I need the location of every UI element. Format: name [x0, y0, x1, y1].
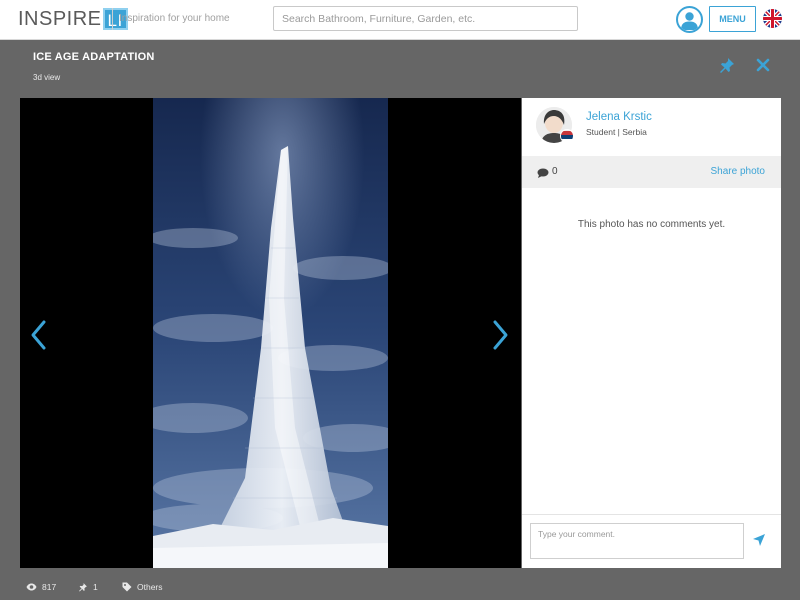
views-count: 817: [42, 582, 57, 592]
chevron-right-icon: [493, 320, 508, 350]
user-icon: [681, 12, 698, 30]
eye-icon: [26, 583, 37, 591]
comment-icon: [537, 168, 549, 178]
comment-count: 0: [552, 166, 558, 177]
comment-stats-bar: 0 Share photo: [522, 156, 781, 188]
divider: [522, 514, 781, 515]
pin-button[interactable]: [718, 56, 736, 74]
tower-photo[interactable]: [153, 98, 388, 568]
author-role: Student | Serbia: [586, 127, 647, 137]
pins-count: 1: [93, 582, 98, 592]
comments-panel: Jelena Krstic Student | Serbia 0 Share p…: [522, 98, 781, 568]
uk-flag-icon[interactable]: [763, 9, 782, 28]
tag-icon: [122, 582, 132, 592]
category-label[interactable]: Others: [137, 582, 163, 592]
share-photo-link[interactable]: Share photo: [711, 166, 766, 177]
close-icon: [756, 58, 770, 72]
chevron-left-icon: [31, 320, 46, 350]
search-input[interactable]: [273, 6, 578, 31]
send-comment-button[interactable]: [752, 533, 766, 547]
author-name-link[interactable]: Jelena Krstic: [586, 111, 652, 123]
logo-text: INSPIRE: [18, 7, 102, 30]
menu-button[interactable]: MENU: [709, 6, 756, 32]
close-button[interactable]: [754, 56, 772, 74]
photo-title: ICE AGE ADAPTATION: [33, 51, 155, 63]
next-photo-button[interactable]: [489, 319, 511, 351]
category-stat[interactable]: Others: [122, 582, 163, 592]
tagline: Inspiration for your home: [112, 8, 230, 30]
photo-subtitle: 3d view: [33, 73, 61, 82]
serbia-flag-icon: [560, 129, 574, 143]
views-stat: 817: [26, 582, 56, 592]
pin-icon: [79, 583, 87, 592]
pin-icon: [720, 58, 734, 73]
send-icon: [753, 534, 765, 546]
pins-stat: 1: [78, 582, 98, 592]
comment-input[interactable]: [530, 523, 744, 559]
photo-viewer: [20, 98, 521, 568]
top-bar: INSPIRE LI Inspiration for your home MEN…: [0, 0, 800, 40]
empty-comments-message: This photo has no comments yet.: [577, 219, 726, 230]
previous-photo-button[interactable]: [28, 319, 50, 351]
user-avatar-button[interactable]: [676, 6, 703, 33]
